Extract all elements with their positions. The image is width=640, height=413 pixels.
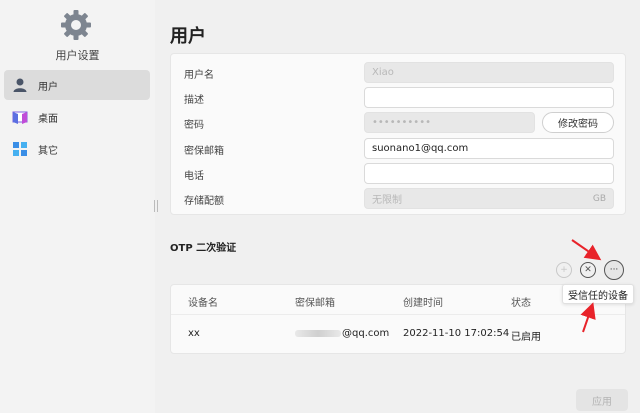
add-device-button[interactable]: + (556, 262, 572, 278)
redacted-mask (295, 329, 341, 337)
username-field: Xiao (364, 62, 614, 83)
quota-label: 存储配额 (184, 196, 224, 207)
trusted-devices-tooltip: 受信任的设备 (562, 284, 634, 304)
arrow-to-more-button (571, 239, 602, 261)
cell-email: @qq.com (295, 328, 389, 339)
desktop-icon (10, 107, 30, 127)
cell-device: xx (188, 328, 200, 339)
cell-status: 已启用 (511, 332, 541, 343)
apps-icon (10, 139, 30, 159)
table-divider (171, 314, 625, 315)
more-icon: ··· (609, 265, 619, 275)
cell-created: 2022-11-10 17:02:54 (403, 328, 510, 339)
sidebar-item-other[interactable]: 其它 (4, 134, 150, 164)
gear-icon (59, 8, 93, 42)
sidebar-item-label: 桌面 (38, 113, 58, 125)
quota-value: 无限制 (372, 195, 402, 206)
plus-icon: + (560, 265, 568, 275)
password-value: •••••••••• (372, 117, 431, 128)
password-field: •••••••••• (364, 112, 535, 133)
user-icon (10, 75, 30, 95)
sidebar-item-label: 用户 (38, 81, 58, 93)
quota-unit: GB (592, 193, 606, 204)
apply-button[interactable]: 应用 (576, 389, 628, 411)
otp-device-table: 设备名 密保邮箱 创建时间 状态 xx @qq.com 2022-11-10 1… (170, 284, 626, 354)
remove-device-button[interactable]: ✕ (580, 262, 596, 278)
column-header: 状态 (511, 298, 531, 309)
sidebar-item-user[interactable]: 用户 (4, 70, 150, 100)
cell-email-text: @qq.com (342, 328, 390, 339)
user-form: 用户名 Xiao 描述 密码 •••••••••• 修改密码 密保邮箱 suon… (170, 53, 626, 215)
phone-field[interactable] (364, 163, 614, 184)
email-value: suonano1@qq.com (372, 143, 469, 154)
quota-field: 无限制 GB (364, 188, 614, 209)
resize-handle[interactable] (154, 200, 158, 212)
sidebar: 用户设置 用户 桌面 其它 (0, 0, 158, 413)
username-label: 用户名 (184, 70, 214, 81)
description-label: 描述 (184, 95, 204, 106)
column-header: 密保邮箱 (295, 298, 335, 309)
password-label: 密码 (184, 120, 204, 131)
email-label: 密保邮箱 (184, 146, 224, 157)
change-password-button[interactable]: 修改密码 (542, 112, 614, 133)
sidebar-item-desktop[interactable]: 桌面 (4, 102, 150, 132)
otp-section-title: OTP 二次验证 (170, 243, 237, 254)
app-title: 用户设置 (55, 49, 100, 62)
description-field[interactable] (364, 87, 614, 108)
phone-label: 电话 (184, 171, 204, 182)
username-value: Xiao (372, 67, 394, 78)
column-header: 创建时间 (403, 298, 443, 309)
more-options-button[interactable]: ··· (604, 260, 624, 280)
email-field[interactable]: suonano1@qq.com (364, 138, 614, 159)
column-header: 设备名 (188, 298, 218, 309)
close-icon: ✕ (584, 265, 592, 275)
page-title: 用户 (170, 26, 206, 47)
sidebar-item-label: 其它 (38, 145, 58, 157)
